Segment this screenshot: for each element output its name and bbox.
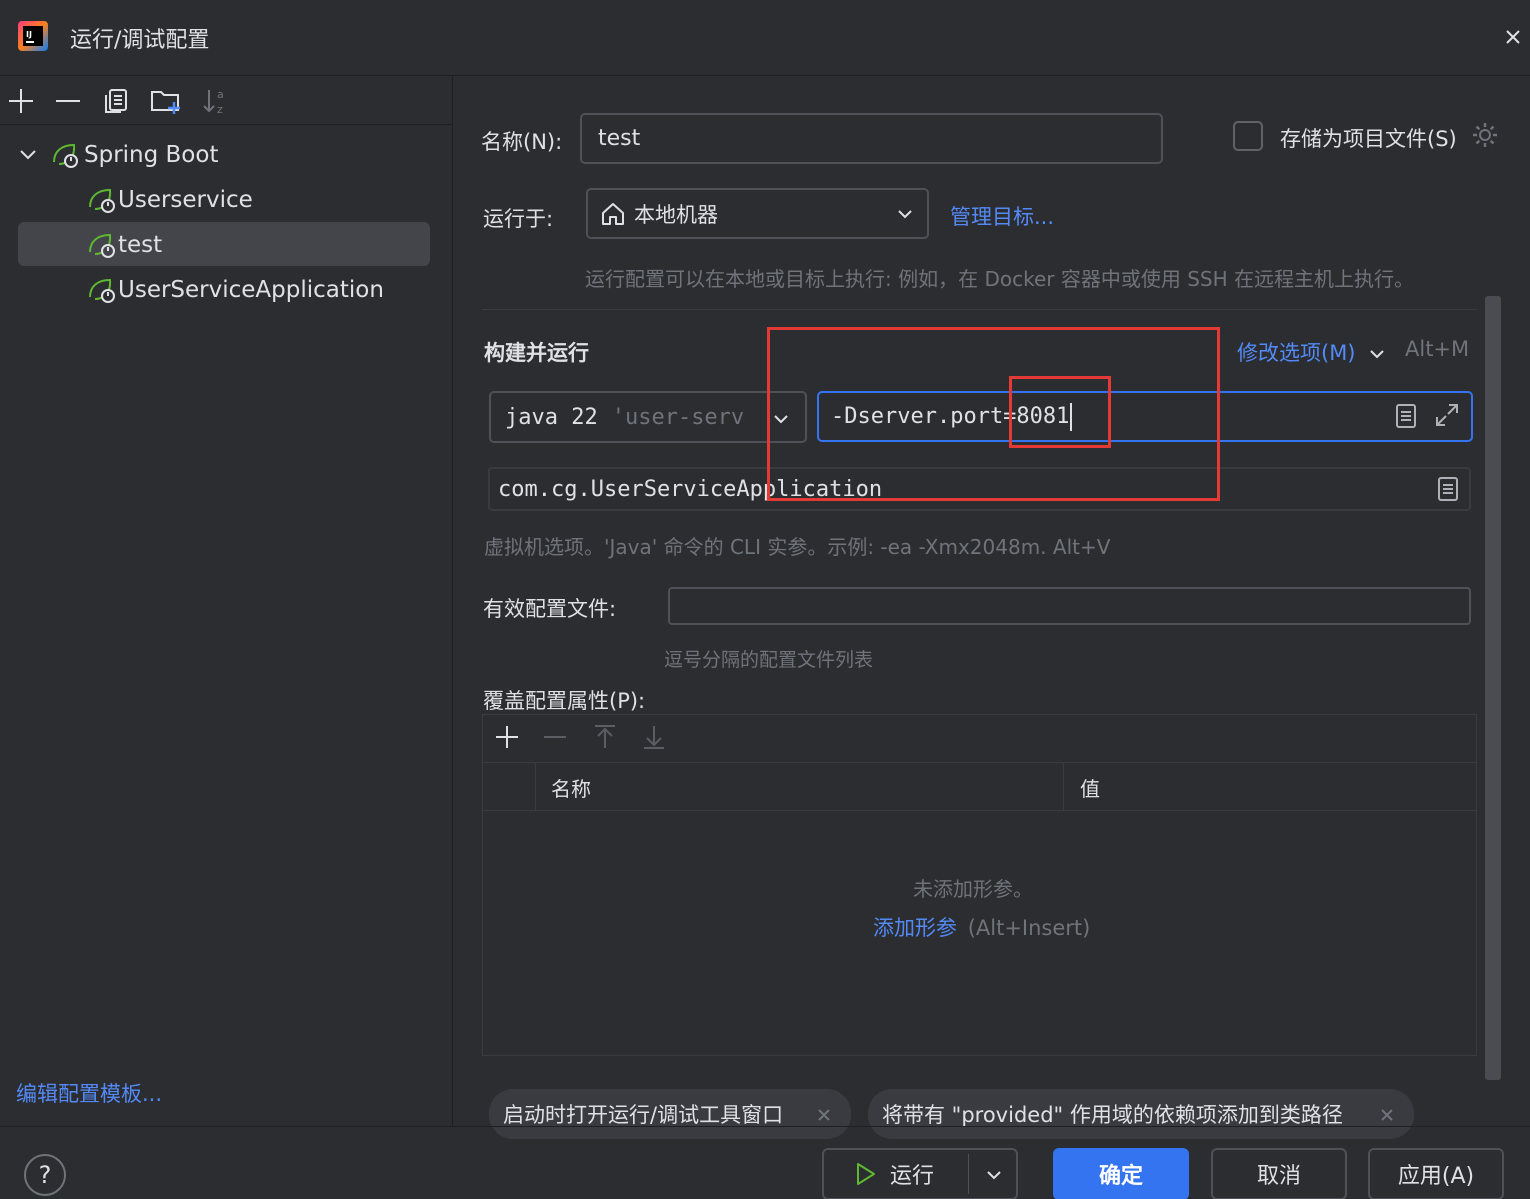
jdk-module: 'user-serv <box>611 404 745 430</box>
close-icon[interactable] <box>815 1106 833 1124</box>
vm-options-hint: 虚拟机选项。'Java' 命令的 CLI 实参。示例: -ea -Xmx2048… <box>484 535 1111 559</box>
run-button[interactable]: 运行 <box>822 1148 1018 1199</box>
add-parameter-row: 添加形参 (Alt+Insert) <box>873 912 1090 942</box>
tree-item-label: UserServiceApplication <box>118 277 384 303</box>
spring-boot-icon <box>86 185 118 215</box>
table-empty-text: 未添加形参。 <box>913 877 1033 901</box>
chevron-down-icon <box>1368 345 1386 363</box>
tree-group-label: Spring Boot <box>84 142 219 168</box>
add-icon[interactable] <box>6 86 36 116</box>
chevron-down-icon <box>895 204 915 224</box>
spring-boot-icon <box>50 140 80 170</box>
svg-text:a: a <box>217 88 224 101</box>
scrollbar[interactable] <box>1485 296 1501 1080</box>
add-parameter-shortcut: (Alt+Insert) <box>967 916 1091 940</box>
move-down-icon[interactable] <box>640 723 668 751</box>
cancel-button[interactable]: 取消 <box>1211 1148 1347 1199</box>
sort-alpha-icon[interactable]: az <box>201 86 231 116</box>
jdk-version: java 22 <box>505 404 598 430</box>
store-as-project-file-checkbox[interactable] <box>1233 121 1263 151</box>
tree-item-userservice[interactable]: Userservice <box>86 178 253 222</box>
tree-group-spring-boot[interactable]: Spring Boot <box>50 133 218 177</box>
chevron-down-icon[interactable] <box>16 143 40 167</box>
copy-icon[interactable] <box>101 86 131 116</box>
button-divider <box>968 1154 969 1194</box>
column-divider <box>535 763 536 810</box>
close-icon[interactable] <box>1500 24 1526 50</box>
tree-item-test[interactable]: test <box>86 223 162 267</box>
tree-item-label: Userservice <box>118 187 253 213</box>
run-button-label: 运行 <box>890 1164 935 1189</box>
title-bar <box>0 0 1530 76</box>
remove-icon[interactable] <box>53 86 83 116</box>
column-header-name[interactable]: 名称 <box>551 773 591 802</box>
modify-options-label: 修改选项(M) <box>1237 341 1356 365</box>
jdk-select[interactable]: java 22 'user-serv <box>489 391 807 443</box>
modify-options-shortcut: Alt+M <box>1405 337 1470 361</box>
list-icon[interactable] <box>1393 403 1419 429</box>
chip-open-run-tool-window[interactable]: 启动时打开运行/调试工具窗口 <box>489 1089 851 1139</box>
svg-text:z: z <box>217 103 223 116</box>
manage-targets-link[interactable]: 管理目标... <box>950 201 1054 231</box>
expand-icon[interactable] <box>1433 401 1461 429</box>
window-title: 运行/调试配置 <box>70 28 210 53</box>
tree-selection-highlight <box>18 222 430 266</box>
column-header-value[interactable]: 值 <box>1080 773 1100 802</box>
home-icon <box>600 201 626 227</box>
ok-button[interactable]: 确定 <box>1053 1148 1189 1199</box>
chip-add-provided-deps[interactable]: 将带有 "provided" 作用域的依赖项添加到类路径 <box>868 1089 1414 1139</box>
active-profiles-label: 有效配置文件: <box>483 597 617 621</box>
play-icon <box>852 1161 878 1187</box>
help-button[interactable]: ? <box>24 1154 66 1196</box>
chevron-down-icon[interactable] <box>984 1165 1004 1185</box>
tree-item-label: test <box>118 232 163 258</box>
svg-text:IJ: IJ <box>26 30 32 39</box>
name-label: 名称(N): <box>481 130 563 154</box>
active-profiles-hint: 逗号分隔的配置文件列表 <box>664 649 874 671</box>
run-on-hint: 运行配置可以在本地或目标上执行: 例如，在 Docker 容器中或使用 SSH … <box>585 267 1414 291</box>
run-on-label: 运行于: <box>483 207 554 231</box>
name-input-value: test <box>598 126 641 151</box>
column-divider <box>1063 763 1064 810</box>
annotation-port-highlight <box>1009 376 1111 448</box>
close-icon[interactable] <box>1378 1106 1396 1124</box>
override-properties-label: 覆盖配置属性(P): <box>483 689 646 713</box>
modify-options-link[interactable]: 修改选项(M) <box>1237 337 1386 367</box>
gear-icon[interactable] <box>1470 120 1500 150</box>
chip-label: 将带有 "provided" 作用域的依赖项添加到类路径 <box>882 1103 1343 1127</box>
add-icon[interactable] <box>493 723 521 751</box>
spring-boot-icon <box>86 275 118 305</box>
run-on-select[interactable]: 本地机器 <box>586 188 929 239</box>
tree-item-userserviceapplication[interactable]: UserServiceApplication <box>86 268 384 312</box>
run-on-value: 本地机器 <box>634 202 718 227</box>
move-up-icon[interactable] <box>591 723 619 751</box>
footer-divider <box>0 1126 1530 1127</box>
remove-icon[interactable] <box>541 723 569 751</box>
table-header: 名称 值 <box>483 763 1476 811</box>
add-parameter-link[interactable]: 添加形参 <box>873 916 957 940</box>
chip-label: 启动时打开运行/调试工具窗口 <box>503 1103 784 1127</box>
section-title: 构建并运行 <box>484 341 589 365</box>
spring-boot-icon <box>86 230 118 260</box>
new-folder-icon[interactable] <box>150 86 180 116</box>
annotation-highlight-box <box>767 327 1220 501</box>
section-divider <box>482 309 1477 310</box>
name-input[interactable]: test <box>580 113 1163 164</box>
edit-templates-link[interactable]: 编辑配置模板... <box>16 1078 162 1108</box>
toolbar-divider <box>0 124 453 125</box>
intellij-logo-icon: IJ <box>18 21 48 51</box>
active-profiles-input[interactable] <box>668 587 1471 625</box>
store-as-project-file-label: 存储为项目文件(S) <box>1280 127 1457 151</box>
apply-button[interactable]: 应用(A) <box>1368 1148 1504 1199</box>
list-icon[interactable] <box>1435 476 1461 502</box>
